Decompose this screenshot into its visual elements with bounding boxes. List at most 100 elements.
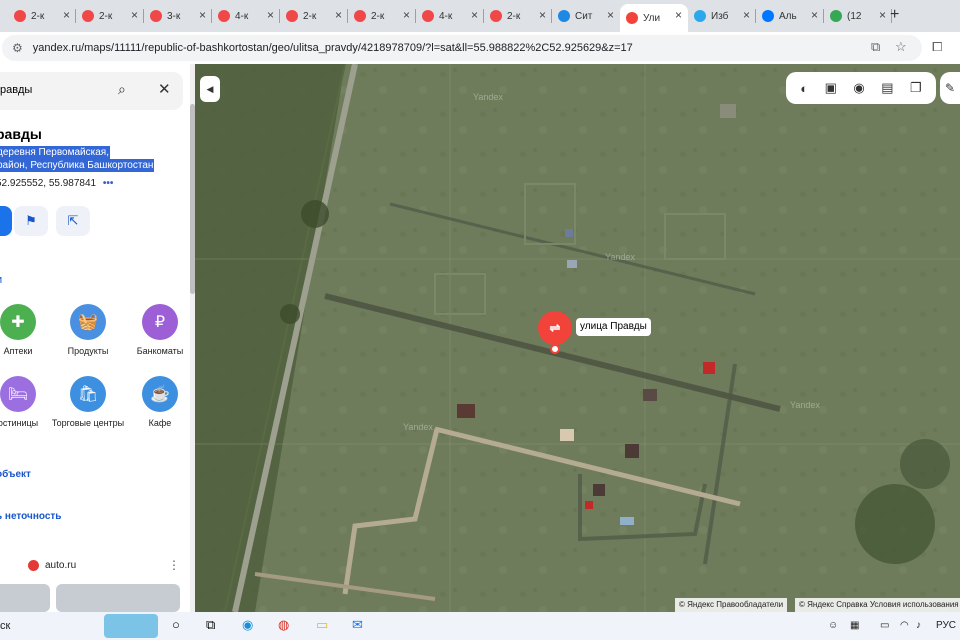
mail-icon[interactable]: ✉ (352, 617, 363, 633)
browser-tab[interactable]: 4-к × (416, 4, 484, 28)
panorama-icon[interactable]: ▣ (825, 80, 837, 96)
map-type-icon[interactable]: ◐ (800, 81, 808, 96)
layers-icon[interactable]: ❐ (910, 80, 922, 96)
install-app-icon[interactable]: ⧉ (871, 39, 880, 55)
edge-icon[interactable]: ◉ (242, 617, 253, 633)
ad-image[interactable] (56, 584, 180, 612)
extensions-icon[interactable]: ⧠ (932, 39, 942, 55)
search-highlight-image[interactable] (104, 614, 158, 638)
avito-icon (14, 10, 26, 22)
browser-toolbar: ⚙ yandex.ru/maps/11111/republic-of-bashk… (0, 32, 960, 64)
transit-icon[interactable]: ▤ (881, 80, 893, 96)
file-explorer-icon[interactable]: ▭ (316, 617, 328, 633)
tab-label: Изб (711, 10, 729, 22)
tab-label: 2-к (31, 10, 45, 22)
browser-tab[interactable]: 2-к × (8, 4, 76, 28)
tab-label: 3-к (167, 10, 181, 22)
coffee-cup-icon: ☕ (142, 376, 178, 412)
more-menu-icon[interactable]: ••• (103, 178, 114, 189)
close-tab-icon[interactable]: × (743, 8, 750, 22)
share-button[interactable]: ⇱ (56, 206, 90, 236)
browser-tab[interactable]: Изб × (688, 4, 756, 28)
taskbar-search[interactable]: ск (0, 620, 10, 632)
map-watermark: Yandex (403, 422, 433, 432)
chrome-icon[interactable]: ◍ (278, 617, 289, 633)
route-button[interactable]: ➤ (0, 206, 12, 236)
close-tab-icon[interactable]: × (675, 8, 682, 22)
bookmark-star-icon[interactable]: ☆ (895, 39, 907, 55)
search-icon[interactable]: ⌕ (118, 81, 126, 98)
collapse-panel-button[interactable]: ◀ (200, 76, 220, 102)
category-ruble[interactable]: ₽ Банкоматы (120, 304, 195, 357)
ad-brand: auto.ru (28, 560, 76, 571)
close-icon[interactable]: ✕ (158, 80, 171, 98)
avito-icon (218, 10, 230, 22)
browser-tab[interactable]: (12 × (824, 4, 892, 28)
new-tab-button[interactable]: + (890, 6, 899, 24)
tray-wifi-icon[interactable]: ◠ (900, 620, 909, 631)
coordinates-text[interactable]: 52.925552, 55.987841 (0, 178, 96, 189)
browser-tab[interactable]: 4-к × (212, 4, 280, 28)
close-tab-icon[interactable]: × (131, 8, 138, 22)
browser-tab[interactable]: Сит × (552, 4, 620, 28)
category-shopping-bag[interactable]: 🛍 Торговые центры (48, 376, 128, 429)
place-marker[interactable]: ⇌ (538, 311, 572, 345)
category-coffee-cup[interactable]: ☕ Кафе (120, 376, 195, 429)
telegram-icon (694, 10, 706, 22)
site-info-icon[interactable]: ⚙ (12, 41, 23, 55)
tray-volume-icon[interactable]: ♪ (916, 620, 921, 631)
browser-tab[interactable]: Аль × (756, 4, 824, 28)
report-error-link[interactable]: ь неточность (0, 511, 61, 522)
category-basket[interactable]: 🧺 Продукты (48, 304, 128, 357)
browser-tab[interactable]: 2-к × (348, 4, 416, 28)
ad-image[interactable] (0, 584, 50, 612)
browser-tab[interactable]: 2-к × (76, 4, 144, 28)
browser-tab[interactable]: 2-к × (484, 4, 552, 28)
marker-label[interactable]: улица Правды (576, 318, 651, 336)
panel-scrollbar[interactable] (190, 64, 195, 612)
close-tab-icon[interactable]: × (811, 8, 818, 22)
tray-language[interactable]: РУС (936, 620, 956, 631)
tray-battery-icon[interactable]: ▭ (880, 620, 889, 631)
tray-network-icon[interactable]: ▦ (850, 620, 859, 631)
bookmark-button[interactable]: ⚑ (14, 206, 48, 236)
close-tab-icon[interactable]: × (63, 8, 70, 22)
tab-label: 4-к (439, 10, 453, 22)
close-tab-icon[interactable]: × (539, 8, 546, 22)
close-tab-icon[interactable]: × (607, 8, 614, 22)
place-panel: равды ⌕ ✕ равды деревня Первомайская, ра… (0, 64, 195, 612)
bed-icon: 🛏 (0, 376, 36, 412)
avito-icon (354, 10, 366, 22)
camera-icon[interactable]: ◉ (853, 80, 864, 96)
tab-label: 4-к (235, 10, 249, 22)
add-object-link[interactable]: объект (0, 469, 31, 480)
close-tab-icon[interactable]: × (335, 8, 342, 22)
scrollbar-thumb[interactable] (190, 104, 195, 294)
tray-people-icon[interactable]: ☺ (828, 620, 838, 631)
ad-block[interactable]: auto.ru ⋮ (0, 556, 185, 612)
google-maps-icon (830, 10, 842, 22)
tab-label: 2-к (99, 10, 113, 22)
ruler-icon[interactable]: ✎ (940, 72, 960, 104)
close-tab-icon[interactable]: × (199, 8, 206, 22)
close-tab-icon[interactable]: × (267, 8, 274, 22)
search-input[interactable]: равды (0, 84, 32, 96)
cortana-icon[interactable]: ○ (172, 617, 180, 632)
copyright-left[interactable]: © Яндекс Правообладатели (675, 598, 788, 612)
browser-tab[interactable]: Ули × (620, 4, 688, 32)
page-title: равды (0, 126, 42, 142)
close-tab-icon[interactable]: × (879, 8, 886, 22)
browser-tab[interactable]: 2-к × (280, 4, 348, 28)
task-view-icon[interactable]: ⧉ (206, 617, 215, 633)
copyright-right[interactable]: © Яндекс Справка Условия использования (795, 598, 960, 612)
close-tab-icon[interactable]: × (471, 8, 478, 22)
search-box[interactable]: равды ⌕ ✕ (0, 72, 183, 110)
browser-tab[interactable]: 3-к × (144, 4, 212, 28)
satellite-map[interactable]: Yandex Yandex Yandex Yandex (195, 64, 960, 612)
ad-brand-label: auto.ru (45, 560, 77, 571)
ad-menu-icon[interactable]: ⋮ (168, 558, 180, 572)
sitimobil-icon (558, 10, 570, 22)
close-tab-icon[interactable]: × (403, 8, 410, 22)
address-bar[interactable]: ⚙ yandex.ru/maps/11111/republic-of-bashk… (2, 35, 922, 61)
tab-label: 2-к (507, 10, 521, 22)
